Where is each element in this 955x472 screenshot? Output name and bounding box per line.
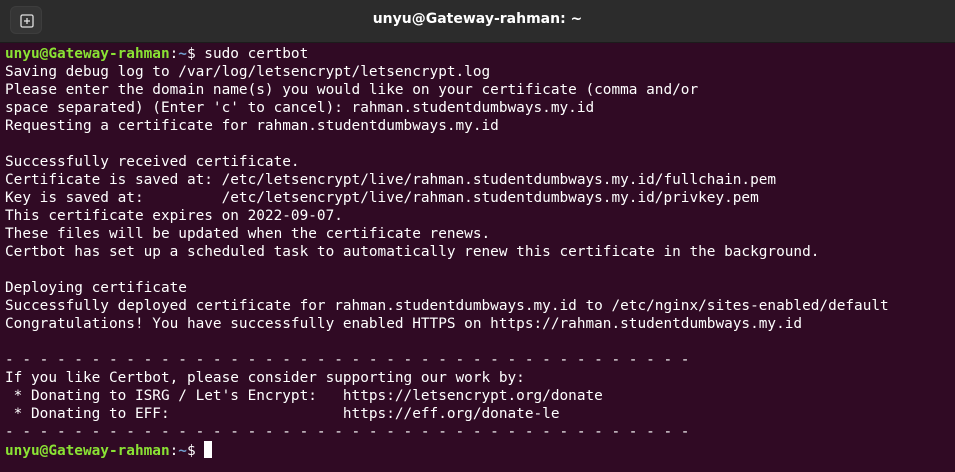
output-line: If you like Certbot, please consider sup… xyxy=(5,370,525,386)
terminal-output[interactable]: unyu@Gateway-rahman:~$ sudo certbot Savi… xyxy=(5,45,950,470)
output-line: Saving debug log to /var/log/letsencrypt… xyxy=(5,64,491,80)
output-line: This certificate expires on 2022-09-07. xyxy=(5,208,343,224)
prompt-user-host: unyu@Gateway-rahman xyxy=(5,443,170,459)
command-line: unyu@Gateway-rahman:~$ sudo certbot xyxy=(5,45,950,63)
command-text: sudo certbot xyxy=(204,46,309,62)
output-line: Requesting a certificate for rahman.stud… xyxy=(5,118,499,134)
output-line: - - - - - - - - - - - - - - - - - - - - … xyxy=(5,352,690,368)
output-line: These files will be updated when the cer… xyxy=(5,226,491,242)
output-line: Certbot has set up a scheduled task to a… xyxy=(5,244,820,260)
prompt-symbol: $ xyxy=(186,443,205,459)
output-line: - - - - - - - - - - - - - - - - - - - - … xyxy=(5,424,690,440)
output-line: * Donating to ISRG / Let's Encrypt: http… xyxy=(5,388,603,404)
output-line: Please enter the domain name(s) you woul… xyxy=(5,82,699,98)
prompt-path: ~ xyxy=(178,443,187,459)
new-tab-icon xyxy=(20,14,34,28)
output-line: Key is saved at: /etc/letsencrypt/live/r… xyxy=(5,190,759,206)
output-line: Successfully received certificate. xyxy=(5,154,300,170)
output-line: Congratulations! You have successfully e… xyxy=(5,316,803,332)
output-block: Saving debug log to /var/log/letsencrypt… xyxy=(5,63,950,441)
prompt-path: ~ xyxy=(178,46,187,62)
window-title: unyu@Gateway-rahman: ~ xyxy=(372,11,583,27)
active-prompt-line[interactable]: unyu@Gateway-rahman:~$ xyxy=(5,441,950,459)
text-cursor xyxy=(204,441,213,458)
new-tab-button[interactable] xyxy=(10,6,42,34)
output-line: space separated) (Enter 'c' to cancel): … xyxy=(5,100,595,116)
prompt-separator: : xyxy=(169,46,179,62)
output-line: * Donating to EFF: https://eff.org/donat… xyxy=(5,406,560,422)
prompt-user-host: unyu@Gateway-rahman xyxy=(5,46,170,62)
title-bar[interactable]: unyu@Gateway-rahman: ~ xyxy=(0,0,955,43)
output-line: Deploying certificate xyxy=(5,280,187,296)
output-line: Successfully deployed certificate for ra… xyxy=(5,298,889,314)
prompt-symbol: $ xyxy=(186,46,205,62)
prompt-separator: : xyxy=(169,443,179,459)
output-line: Certificate is saved at: /etc/letsencryp… xyxy=(5,172,777,188)
